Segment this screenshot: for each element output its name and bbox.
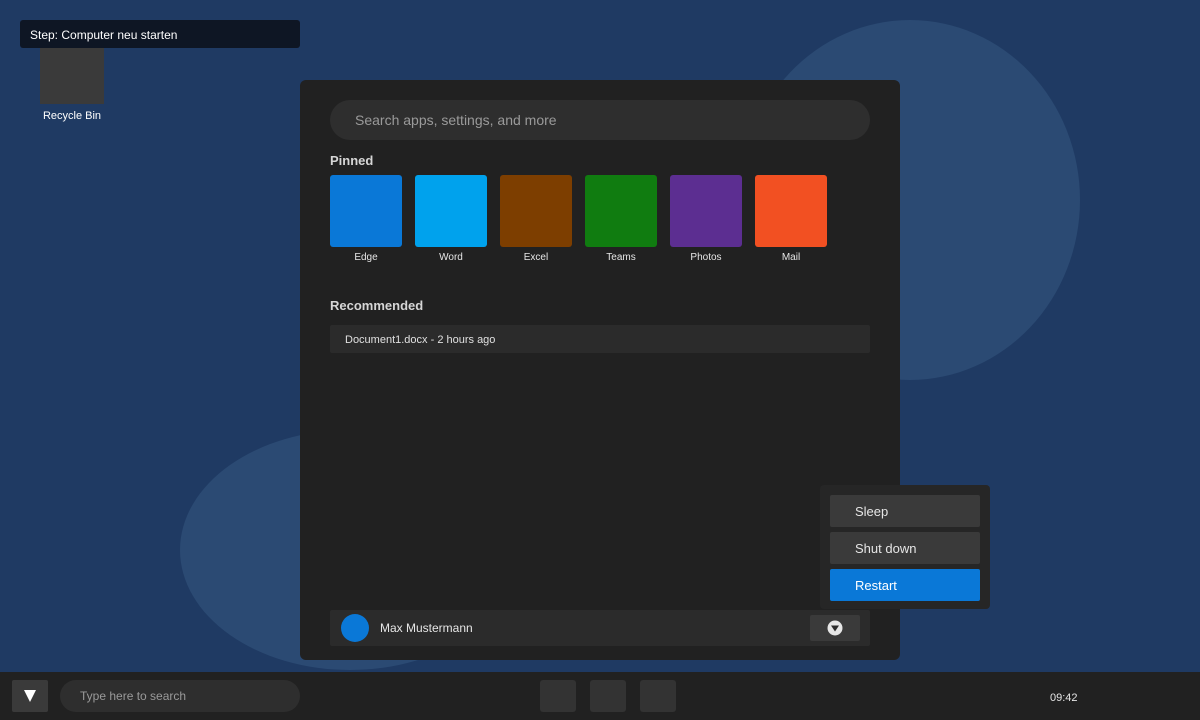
pinned-app-mail[interactable]: Mail <box>755 175 827 263</box>
pinned-app-teams[interactable]: Teams <box>585 175 657 263</box>
taskbar-search-input[interactable] <box>60 680 300 712</box>
power-option-restart[interactable]: Restart <box>830 569 980 601</box>
desktop-icon-recycle-bin[interactable]: Recycle Bin <box>40 44 104 122</box>
step-banner: Step: Computer neu starten <box>20 20 300 48</box>
pinned-section-title: Pinned <box>330 153 374 168</box>
app-label: Edge <box>354 252 378 263</box>
power-option-label: Shut down <box>855 541 917 556</box>
power-menu: Sleep Shut down Restart <box>820 485 990 609</box>
taskbar-app-icon[interactable] <box>540 680 576 712</box>
pinned-app-photos[interactable]: Photos <box>670 175 742 263</box>
step-banner-text: Step: Computer neu starten <box>30 28 178 42</box>
app-label: Excel <box>523 252 549 263</box>
teams-icon <box>585 175 657 247</box>
photos-icon <box>670 175 742 247</box>
recommended-item[interactable]: Document1.docx - 2 hours ago <box>330 325 870 353</box>
app-label: Teams <box>606 252 636 263</box>
desktop-icon-label: Recycle Bin <box>42 110 102 122</box>
avatar[interactable] <box>341 614 369 642</box>
start-icon <box>24 690 36 702</box>
user-name[interactable]: Max Mustermann <box>380 621 473 635</box>
start-search-input[interactable] <box>330 100 870 140</box>
desktop: Step: Computer neu starten Recycle Bin P… <box>0 0 1200 720</box>
pinned-app-edge[interactable]: Edge <box>330 175 402 263</box>
taskbar-app-icon[interactable] <box>640 680 676 712</box>
power-option-label: Sleep <box>855 504 889 519</box>
app-label: Word <box>439 252 463 263</box>
pinned-app-excel[interactable]: Excel <box>500 175 572 263</box>
edge-icon <box>330 175 402 247</box>
taskbar: 09:42 <box>0 672 1200 720</box>
clock[interactable]: 09:42 <box>1050 692 1078 704</box>
taskbar-app-icon[interactable] <box>590 680 626 712</box>
mail-icon <box>755 175 827 247</box>
power-option-sleep[interactable]: Sleep <box>830 495 980 527</box>
power-button[interactable] <box>810 615 860 641</box>
app-label: Mail <box>781 252 801 263</box>
app-label: Photos <box>690 252 722 263</box>
power-icon <box>827 620 843 636</box>
recommended-item-label: Document1.docx - 2 hours ago <box>345 334 496 346</box>
user-bar: Max Mustermann <box>330 610 870 646</box>
pinned-apps: Edge Word Excel Teams Photos Mail <box>330 175 840 263</box>
pinned-app-word[interactable]: Word <box>415 175 487 263</box>
recommended-section-title: Recommended <box>330 298 424 313</box>
power-option-shut-down[interactable]: Shut down <box>830 532 980 564</box>
word-icon <box>415 175 487 247</box>
excel-icon <box>500 175 572 247</box>
recycle-bin-icon <box>40 44 104 104</box>
power-option-label: Restart <box>855 578 897 593</box>
start-menu: Pinned Edge Word Excel Teams Photos <box>300 80 900 660</box>
start-button[interactable] <box>12 680 48 712</box>
